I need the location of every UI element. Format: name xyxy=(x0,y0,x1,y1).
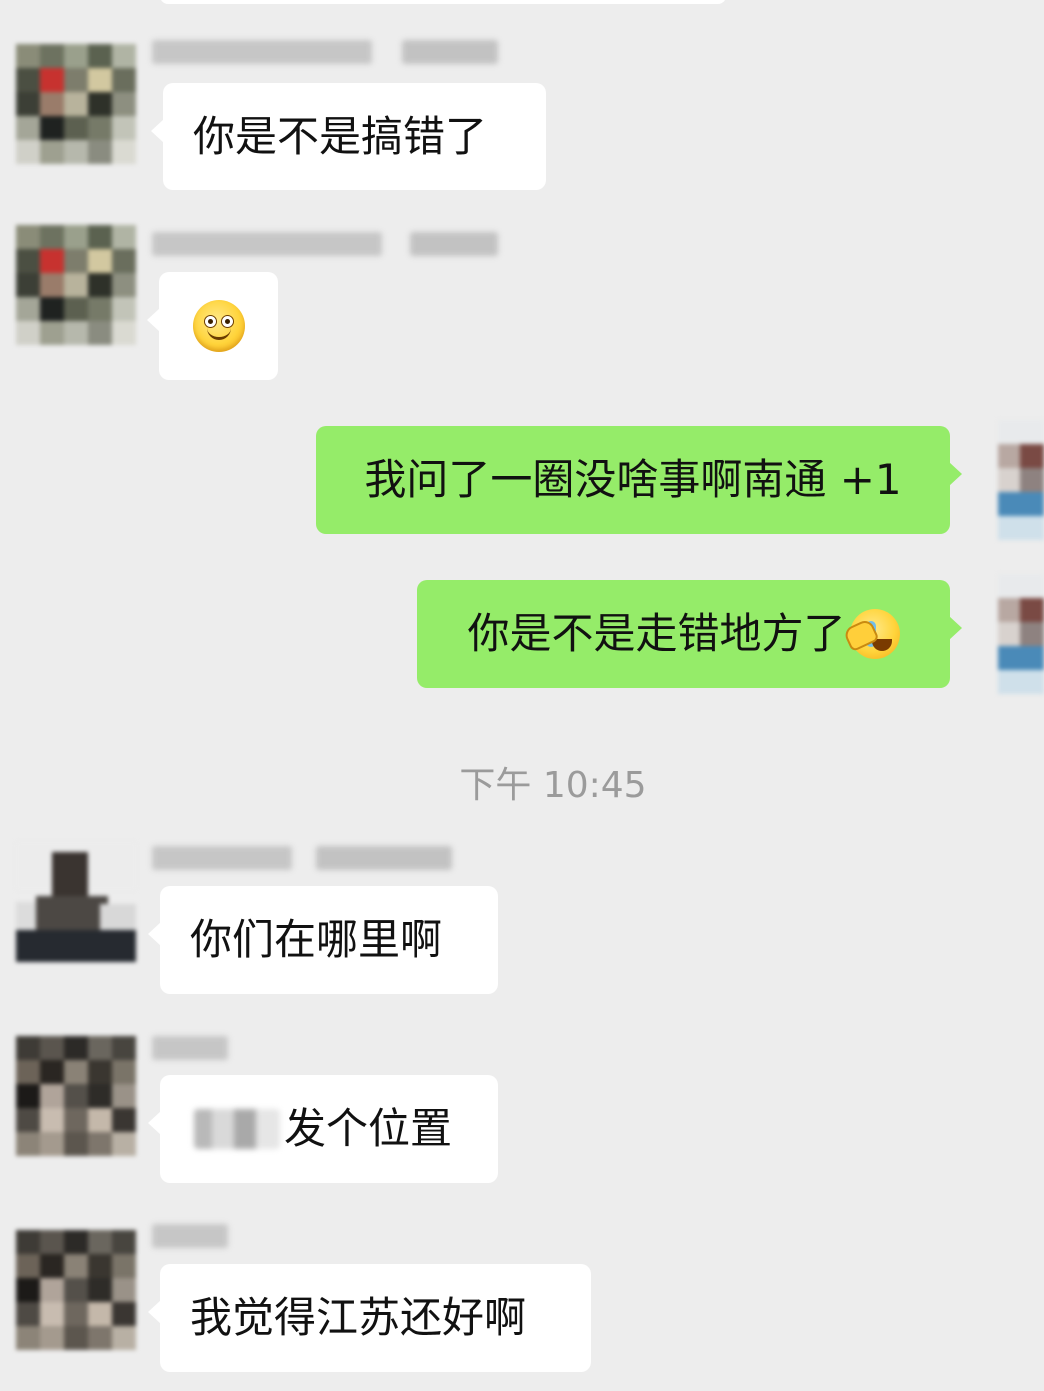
message-text: 我觉得江苏还好啊 xyxy=(190,1293,527,1342)
message-bubble-outgoing[interactable]: 我问了一圈没啥事啊南通 +1 xyxy=(316,426,962,534)
sender-name xyxy=(152,30,498,74)
chat-area[interactable]: 你是不是搞错了 我问了一圈没啥事啊南通 +1 你是不是走错地方了 下午 10:4… xyxy=(0,0,1044,1391)
message-bubble[interactable]: 发个位置 xyxy=(148,1075,498,1183)
avatar[interactable] xyxy=(16,225,136,345)
message-timestamp: 下午 10:45 xyxy=(459,765,647,806)
partial-message-bubble[interactable] xyxy=(160,0,726,4)
avatar[interactable] xyxy=(16,1036,136,1156)
avatar[interactable] xyxy=(16,44,136,164)
message-bubble[interactable] xyxy=(147,272,278,380)
message-bubble[interactable]: 你们在哪里啊 xyxy=(148,886,498,994)
avatar[interactable] xyxy=(16,842,136,962)
message-bubble-outgoing[interactable]: 你是不是走错地方了 xyxy=(417,580,962,688)
message-text: 你们在哪里啊 xyxy=(190,915,443,964)
message-text: 我问了一圈没啥事啊南通 +1 xyxy=(364,455,902,504)
my-avatar[interactable] xyxy=(998,574,1044,694)
sender-name xyxy=(152,1214,228,1258)
facepalm-cry-emoji-icon xyxy=(841,609,900,659)
message-text: 你是不是搞错了 xyxy=(193,111,488,161)
sender-name xyxy=(152,836,452,880)
message-text: 你是不是走错地方了 xyxy=(467,609,846,658)
smile-emoji-icon xyxy=(192,300,245,352)
message-text: 发个位置 xyxy=(284,1104,453,1153)
sender-name xyxy=(152,222,498,266)
message-bubble[interactable]: 你是不是搞错了 xyxy=(151,83,546,190)
my-avatar[interactable] xyxy=(998,420,1044,540)
message-bubble[interactable]: 我觉得江苏还好啊 xyxy=(148,1264,591,1372)
sender-name xyxy=(152,1026,228,1070)
avatar[interactable] xyxy=(16,1230,136,1350)
redacted-mention xyxy=(194,1109,280,1149)
